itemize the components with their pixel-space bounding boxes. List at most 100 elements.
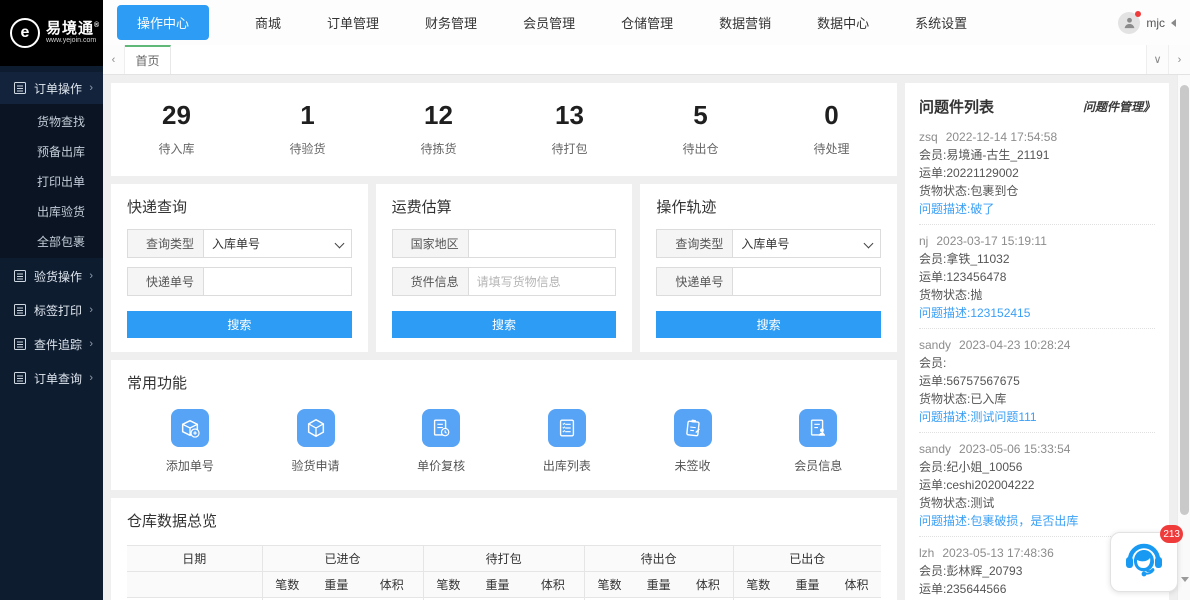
nav-mall[interactable]: 商城 xyxy=(255,13,281,32)
nav-member-management[interactable]: 会员管理 xyxy=(523,13,575,32)
stat-value: 1 xyxy=(242,100,373,131)
nav-order-management[interactable]: 订单管理 xyxy=(327,13,379,32)
express-number-input[interactable] xyxy=(212,275,343,289)
common-functions-card: 常用功能 添加单号 验货申请 xyxy=(111,360,897,490)
problem-item[interactable]: sandy2023-04-23 10:28:24 会员: 运单:56757567… xyxy=(919,329,1155,433)
top-nav: 操作中心 商城 订单管理 财务管理 会员管理 仓储管理 数据营销 数据中心 系统… xyxy=(117,5,967,40)
track-search-button[interactable]: 搜索 xyxy=(656,311,881,338)
sidebar-item-inspection-ops[interactable]: 验货操作 › xyxy=(0,260,103,292)
tab-collapse-button[interactable]: ∨ xyxy=(1146,45,1168,74)
problem-user: nj xyxy=(919,234,928,248)
stat-pending-outbound: 5 待出仓 xyxy=(635,100,766,157)
brand-url: www.yejoin.com xyxy=(46,37,100,45)
sidebar-subitem-all-packages[interactable]: 全部包裹 xyxy=(0,226,103,256)
problem-member: 会员:纪小姐_10056 xyxy=(919,459,1155,475)
problem-panel-title: 问题件列表 xyxy=(919,96,994,117)
express-query-panel: 快递查询 查询类型 入库单号 快递单号 搜索 xyxy=(111,184,368,352)
stat-label: 待入库 xyxy=(111,140,242,157)
nav-system-settings[interactable]: 系统设置 xyxy=(915,13,967,32)
chat-unread-badge: 213 xyxy=(1160,525,1183,543)
stat-value: 5 xyxy=(635,100,766,131)
sidebar-item-label: 查件追踪 xyxy=(34,336,82,353)
tab-home[interactable]: 首页 xyxy=(125,45,171,74)
stat-pending-picking: 12 待拣货 xyxy=(373,100,504,157)
scrollbar-thumb[interactable] xyxy=(1180,85,1189,515)
col-subheader: 体积 xyxy=(522,572,584,598)
chevron-down-icon xyxy=(335,240,343,248)
col-subheader: 重量 xyxy=(473,572,522,598)
problem-items-panel: 问题件列表 问题件管理》 zsq2022-12-14 17:54:58 会员:易… xyxy=(905,83,1169,600)
scrollbar-down-arrow-icon[interactable] xyxy=(1181,577,1189,582)
query-type-select[interactable]: 入库单号 xyxy=(733,230,880,257)
func-unit-price-review[interactable]: 单价复核 xyxy=(378,409,504,474)
nav-data-center[interactable]: 数据中心 xyxy=(817,13,869,32)
nav-operation-center[interactable]: 操作中心 xyxy=(117,5,209,40)
tab-scroll-left-button[interactable]: ‹ xyxy=(103,45,125,74)
panel-title: 运费估算 xyxy=(392,196,617,217)
problem-member: 会员:拿铁_11032 xyxy=(919,251,1155,267)
freight-search-button[interactable]: 搜索 xyxy=(392,311,617,338)
col-subheader: 重量 xyxy=(312,572,361,598)
sidebar-item-label-print[interactable]: 标签打印 › xyxy=(0,294,103,326)
func-label: 会员信息 xyxy=(794,457,842,474)
problem-status: 货物状态:包裹到仓 xyxy=(919,183,1155,199)
member-doc-icon xyxy=(799,409,837,447)
func-outbound-list[interactable]: 出库列表 xyxy=(504,409,630,474)
panel-title: 操作轨迹 xyxy=(656,196,881,217)
user-menu[interactable]: mjc xyxy=(1118,12,1176,34)
problem-manage-link[interactable]: 问题件管理》 xyxy=(1083,98,1155,115)
express-search-button[interactable]: 搜索 xyxy=(127,311,352,338)
collapse-caret-icon[interactable] xyxy=(1171,19,1176,27)
field-label: 货件信息 xyxy=(393,268,469,295)
col-header-outbound-done: 已出仓 xyxy=(733,546,881,572)
chevron-right-icon: › xyxy=(89,82,93,94)
nav-finance-management[interactable]: 财务管理 xyxy=(425,13,477,32)
problem-item[interactable]: nj2023-03-17 15:19:11 会员:拿铁_11032 运单:123… xyxy=(919,225,1155,329)
sidebar-subitem-outbound-check[interactable]: 出库验货 xyxy=(0,196,103,226)
sidebar-subitem-goods-search[interactable]: 货物查找 xyxy=(0,106,103,136)
menu-list-icon xyxy=(14,270,26,282)
stat-value: 0 xyxy=(766,100,897,131)
chevron-right-icon: › xyxy=(89,304,93,316)
problem-item[interactable]: sandy2023-05-06 15:33:54 会员:纪小姐_10056 运单… xyxy=(919,433,1155,537)
func-not-signed[interactable]: 未签收 xyxy=(630,409,756,474)
tab-scroll-right-button[interactable]: › xyxy=(1168,45,1190,74)
track-express-number-input[interactable] xyxy=(741,275,872,289)
problem-waybill: 运单:56757567675 xyxy=(919,373,1155,389)
col-subheader: 体积 xyxy=(832,572,881,598)
sidebar-subitem-print-order[interactable]: 打印出单 xyxy=(0,166,103,196)
query-type-select[interactable]: 入库单号 xyxy=(204,230,351,257)
col-subheader: 笔数 xyxy=(733,572,783,598)
stat-value: 13 xyxy=(504,100,635,131)
sidebar-subitem-prep-outbound[interactable]: 预备出库 xyxy=(0,136,103,166)
sidebar-item-order-query[interactable]: 订单查询 › xyxy=(0,362,103,394)
sidebar-item-parcel-tracking[interactable]: 查件追踪 › xyxy=(0,328,103,360)
customer-service-widget[interactable]: 213 xyxy=(1110,532,1178,592)
func-inspection-request[interactable]: 验货申请 xyxy=(253,409,379,474)
func-add-tracking-number[interactable]: 添加单号 xyxy=(127,409,253,474)
country-region-input[interactable] xyxy=(477,237,608,251)
vertical-scrollbar[interactable] xyxy=(1177,75,1190,600)
func-label: 验货申请 xyxy=(292,457,340,474)
chevron-right-icon: › xyxy=(89,338,93,350)
stat-pending-packing: 13 待打包 xyxy=(504,100,635,157)
problem-item[interactable]: zsq2022-12-14 17:54:58 会员:易境通-古生_21191 运… xyxy=(919,121,1155,225)
username: mjc xyxy=(1146,16,1165,30)
problem-desc-link[interactable]: 问题描述:破了 xyxy=(919,201,1155,217)
col-subheader: 体积 xyxy=(683,572,733,598)
func-member-info[interactable]: 会员信息 xyxy=(755,409,881,474)
problem-desc-link[interactable]: 问题描述:123152415 xyxy=(919,305,1155,321)
problem-desc-link[interactable]: 问题描述:测试问题111 xyxy=(919,409,1155,425)
table-group-header-row: 日期 已进仓 待打包 待出仓 已出仓 xyxy=(127,546,881,572)
brand-logo-icon: e xyxy=(10,18,40,48)
nav-data-marketing[interactable]: 数据营销 xyxy=(719,13,771,32)
problem-desc-link[interactable]: 问题描述:包裹破损，是否出库 xyxy=(919,513,1155,529)
stat-pending-inbound: 29 待入库 xyxy=(111,100,242,157)
shipment-info-input[interactable] xyxy=(477,275,608,289)
sidebar-item-order-ops[interactable]: 订单操作 › xyxy=(0,72,103,104)
problem-time: 2022-12-14 17:54:58 xyxy=(946,130,1057,144)
brand-logo[interactable]: e 易境通® www.yejoin.com xyxy=(0,0,103,66)
nav-warehouse-management[interactable]: 仓储管理 xyxy=(621,13,673,32)
menu-list-icon xyxy=(14,338,26,350)
problem-time: 2023-04-23 10:28:24 xyxy=(959,338,1070,352)
